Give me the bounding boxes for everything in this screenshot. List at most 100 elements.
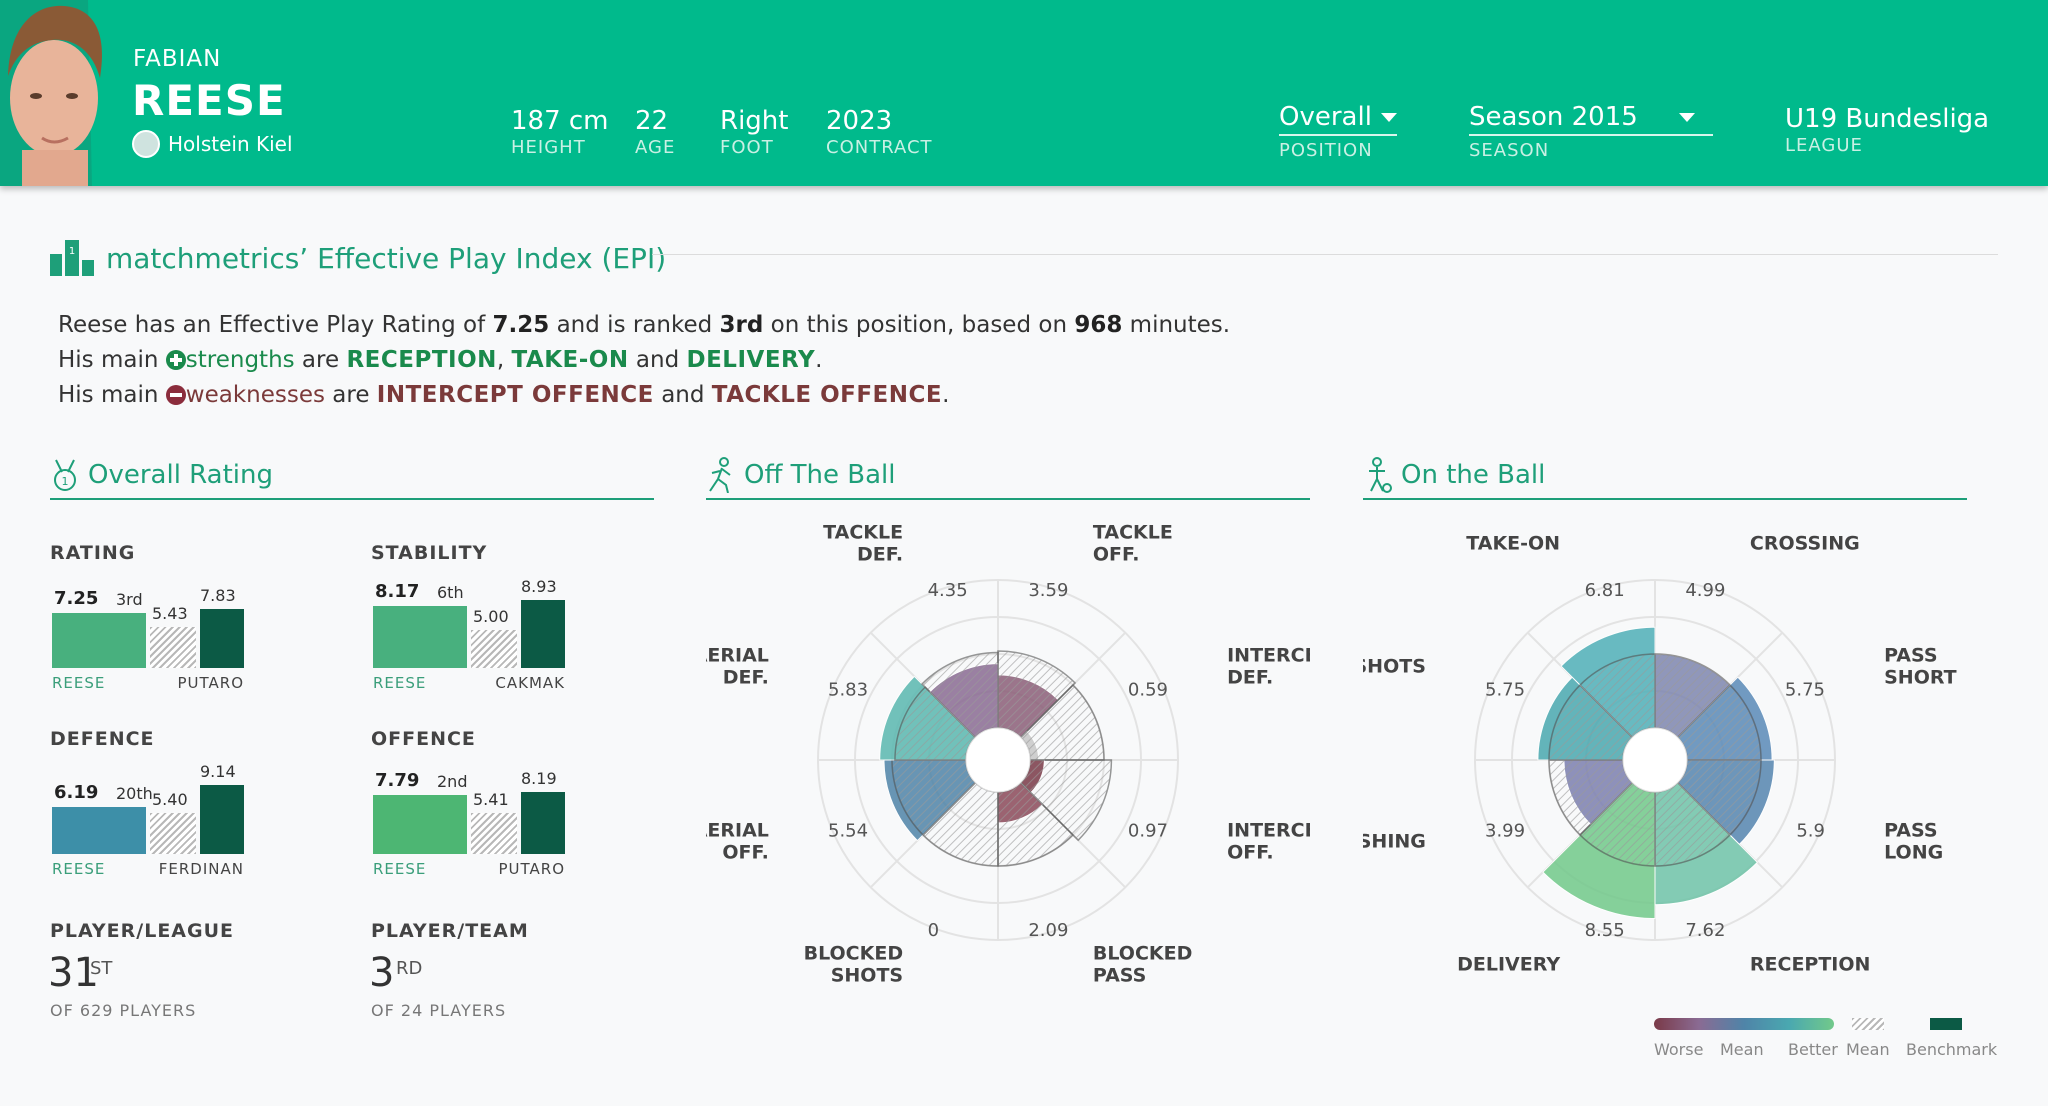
section-overall-title: Overall Rating bbox=[88, 460, 274, 490]
player-rank: 3rd bbox=[116, 589, 143, 609]
svg-text:1: 1 bbox=[62, 475, 69, 488]
center-hub bbox=[1622, 727, 1688, 793]
axis-value: 0.97 bbox=[1128, 820, 1168, 841]
legend-worse: Worse bbox=[1654, 1040, 1704, 1059]
weakness-2: TACKLE OFFENCE bbox=[711, 382, 943, 408]
player-name: REESE bbox=[52, 674, 106, 692]
legend-gradient bbox=[1654, 1018, 1834, 1030]
axis-value: 0.59 bbox=[1128, 680, 1168, 701]
player-league-of: OF 629 PLAYERS bbox=[50, 1001, 197, 1020]
minus-circle-icon bbox=[165, 385, 186, 405]
legend-benchmark: Benchmark bbox=[1906, 1040, 1998, 1059]
axis-label: DELIVERY bbox=[1457, 954, 1560, 976]
strength-3: DELIVERY bbox=[686, 347, 816, 373]
benchmark-value: 8.19 bbox=[521, 768, 557, 788]
player-value: 7.79 bbox=[375, 769, 420, 791]
axis-value: 8.55 bbox=[1585, 920, 1625, 941]
axis-value: 5.83 bbox=[828, 680, 868, 701]
axis-label: OFF. bbox=[1227, 841, 1274, 863]
player-club[interactable]: Holstein Kiel bbox=[132, 130, 293, 158]
benchmark-bar bbox=[200, 608, 244, 668]
player-league-label: PLAYER/LEAGUE bbox=[50, 920, 235, 942]
season-label: SEASON bbox=[1469, 140, 1550, 161]
epi-title-text: matchmetrics’ Effective Play Index (EPI) bbox=[106, 241, 667, 275]
legend-benchmark-swatch bbox=[1930, 1018, 1962, 1030]
axis-label: RECEPTION bbox=[1750, 954, 1871, 976]
stat-contract-label: CONTRACT bbox=[826, 137, 933, 158]
stat-height-value: 187 cm bbox=[511, 106, 609, 136]
section-on-the-ball: On the Ball bbox=[1363, 452, 1967, 500]
mean-value: 5.41 bbox=[473, 789, 509, 809]
epi-line-strengths: His main strengths are RECEPTION, TAKE-O… bbox=[58, 347, 823, 373]
player-value: 8.17 bbox=[375, 580, 420, 602]
axis-label: CROSSING bbox=[1750, 532, 1860, 554]
season-value: Season 2015 bbox=[1469, 102, 1638, 132]
stat-foot-label: FOOT bbox=[720, 137, 774, 158]
season-dropdown[interactable]: Season 2015 SEASON bbox=[1469, 100, 1713, 161]
player-name: REESE bbox=[52, 860, 106, 878]
player-league-suffix: ST bbox=[90, 958, 113, 979]
player-rank: 6th bbox=[437, 582, 464, 602]
rating-bars: 7.25 3rd 5.43 7.83 REESE PUTARO bbox=[50, 586, 250, 692]
stat-age: 22 AGE bbox=[635, 106, 675, 160]
mean-value: 5.00 bbox=[473, 607, 509, 626]
runner-icon bbox=[709, 457, 731, 493]
player-bar bbox=[373, 605, 467, 668]
axis-value: 5.75 bbox=[1485, 680, 1525, 701]
axis-label: INTERCEPT bbox=[1227, 645, 1310, 667]
club-badge-icon bbox=[132, 130, 160, 158]
stability-bars: 8.17 6th 5.00 8.93 REESE CAKMAK bbox=[371, 577, 571, 692]
benchmark-bar bbox=[200, 784, 244, 854]
benchmark-name: PUTARO bbox=[177, 674, 244, 692]
axis-value: 4.35 bbox=[928, 580, 968, 601]
position-dropdown[interactable]: Overall POSITION bbox=[1279, 100, 1397, 161]
player-bar bbox=[52, 612, 146, 668]
stat-height: 187 cm HEIGHT bbox=[511, 106, 609, 160]
axis-label: TACKLE bbox=[1093, 521, 1173, 543]
position-label: POSITION bbox=[1279, 140, 1373, 161]
benchmark-name: CAKMAK bbox=[495, 674, 565, 692]
offence-bars: 7.79 2nd 5.41 8.19 REESE PUTARO bbox=[371, 769, 571, 878]
player-photo bbox=[0, 0, 118, 186]
player-rank: 2nd bbox=[437, 771, 468, 791]
axis-label: INTERCEPT bbox=[1227, 819, 1310, 841]
mean-bar bbox=[150, 626, 196, 668]
epi-divider bbox=[652, 254, 1998, 255]
axis-value: 5.54 bbox=[828, 820, 868, 841]
league-display: U19 Bundesliga LEAGUE bbox=[1785, 104, 1989, 158]
axis-value: 6.81 bbox=[1585, 580, 1625, 601]
chart-legend: Worse Mean Better Mean Benchmark bbox=[1654, 1018, 1998, 1059]
chevron-down-icon bbox=[1381, 112, 1397, 122]
player-team-rank: 3 bbox=[369, 950, 395, 996]
player-header: FABIAN REESE Holstein Kiel 187 cm HEIGHT… bbox=[0, 0, 2048, 186]
player-bar bbox=[52, 806, 146, 854]
medal-icon: 1 bbox=[54, 459, 76, 491]
axis-label: DEF. bbox=[723, 667, 769, 689]
epi-title: 1 matchmetrics’ Effective Play Index (EP… bbox=[50, 240, 666, 276]
axis-label: AERIAL bbox=[706, 645, 769, 667]
mean-bar bbox=[150, 812, 196, 854]
axis-label: SHOTS bbox=[831, 965, 903, 987]
legend-mean-hatched: Mean bbox=[1846, 1040, 1890, 1059]
player-name: REESE bbox=[373, 674, 427, 692]
axis-label: SHORT bbox=[1884, 667, 1957, 689]
epi-line-rating: Reese has an Effective Play Rating of 7.… bbox=[58, 312, 1231, 338]
benchmark-value: 7.83 bbox=[200, 585, 236, 605]
axis-label: OFF. bbox=[722, 841, 769, 863]
offence-label: OFFENCE bbox=[371, 728, 476, 750]
stat-contract-value: 2023 bbox=[826, 106, 893, 136]
stat-foot-value: Right bbox=[720, 106, 789, 136]
benchmark-name: FERDINAN bbox=[158, 860, 244, 878]
mean-value: 5.43 bbox=[152, 603, 188, 623]
axis-label: FINISHING bbox=[1363, 830, 1426, 852]
axis-value: 3.59 bbox=[1028, 580, 1068, 601]
player-rank: 20th bbox=[116, 783, 153, 803]
off-the-ball-radar: TACKLEOFF.3.59INTERCEPTDEF.0.59INTERCEPT… bbox=[706, 521, 1310, 987]
axis-value: 7.62 bbox=[1685, 920, 1725, 941]
axis-label: TACKLE bbox=[823, 521, 903, 543]
axis-label: TAKE-ON bbox=[1466, 532, 1560, 554]
player-last-name: REESE bbox=[132, 76, 286, 125]
axis-label: DEF. bbox=[1227, 667, 1273, 689]
player-value: 6.19 bbox=[54, 781, 99, 803]
axis-label: DEF. bbox=[857, 543, 903, 565]
